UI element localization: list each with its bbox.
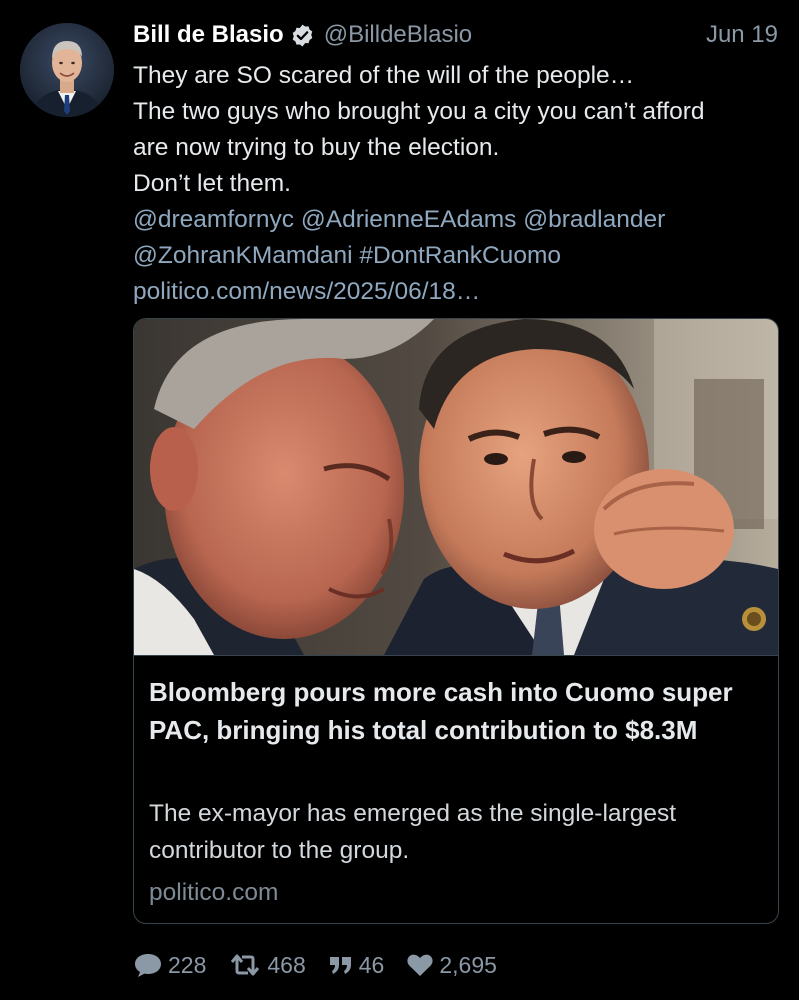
quote-button[interactable]: 46 bbox=[328, 951, 385, 979]
tweet-text-line: are now trying to buy the election. bbox=[133, 134, 500, 161]
tweet-text-line: They are SO scared of the will of the pe… bbox=[133, 62, 635, 89]
tweet-text-line: Don’t let them. bbox=[133, 170, 291, 197]
like-button[interactable]: 2,695 bbox=[406, 952, 497, 979]
tweet-text: They are SO scared of the will of the pe… bbox=[133, 58, 783, 310]
author-handle[interactable]: @BilldeBlasio bbox=[324, 21, 472, 49]
retweet-arrows-icon bbox=[228, 953, 262, 977]
quote-marks-icon bbox=[328, 954, 354, 976]
mentions-line: @ZohranKMamdani #DontRankCuomo bbox=[133, 238, 783, 274]
card-description: The ex-mayor has emerged as the single-l… bbox=[149, 800, 677, 864]
author-display-name[interactable]: Bill de Blasio bbox=[133, 21, 284, 49]
mention-link[interactable]: @ZohranKMamdani bbox=[133, 242, 353, 269]
author-avatar[interactable] bbox=[20, 23, 114, 117]
card-divider bbox=[134, 655, 778, 656]
verified-badge-icon bbox=[290, 23, 315, 48]
card-photo bbox=[134, 319, 778, 655]
speech-bubble-icon bbox=[133, 952, 163, 978]
tweet-text-line: The two guys who brought you a city you … bbox=[133, 98, 705, 125]
hashtag-link[interactable]: #DontRankCuomo bbox=[359, 242, 561, 269]
link-preview-card[interactable]: Bloomberg pours more cash into Cuomo sup… bbox=[133, 318, 779, 924]
tweet-date[interactable]: Jun 19 bbox=[706, 21, 778, 49]
url-line: politico.com/news/2025/06/18… bbox=[133, 274, 783, 310]
mention-link[interactable]: @bradlander bbox=[523, 206, 665, 233]
reply-button[interactable]: 228 bbox=[133, 952, 206, 979]
reply-count: 228 bbox=[168, 951, 207, 978]
retweet-button[interactable]: 468 bbox=[228, 951, 306, 979]
heart-icon bbox=[406, 953, 434, 977]
card-title[interactable]: Bloomberg pours more cash into Cuomo sup… bbox=[149, 673, 764, 749]
quote-count: 46 bbox=[358, 951, 385, 978]
mention-link[interactable]: @AdrienneEAdams bbox=[301, 206, 517, 233]
card-domain: politico.com bbox=[149, 879, 279, 906]
article-url-link[interactable]: politico.com/news/2025/06/18… bbox=[133, 278, 480, 305]
like-count: 2,695 bbox=[439, 951, 497, 978]
retweet-count: 468 bbox=[267, 951, 306, 978]
mention-link[interactable]: @dreamfornyc bbox=[133, 206, 294, 233]
tweet: Bill de Blasio @BilldeBlasio Jun 19 They… bbox=[0, 0, 799, 1000]
mentions-line: @dreamfornyc @AdrienneEAdams @bradlander bbox=[133, 202, 783, 238]
tweet-actions: 228 468 46 2,695 bbox=[133, 947, 519, 983]
tweet-header: Bill de Blasio @BilldeBlasio Jun 19 bbox=[133, 17, 778, 53]
